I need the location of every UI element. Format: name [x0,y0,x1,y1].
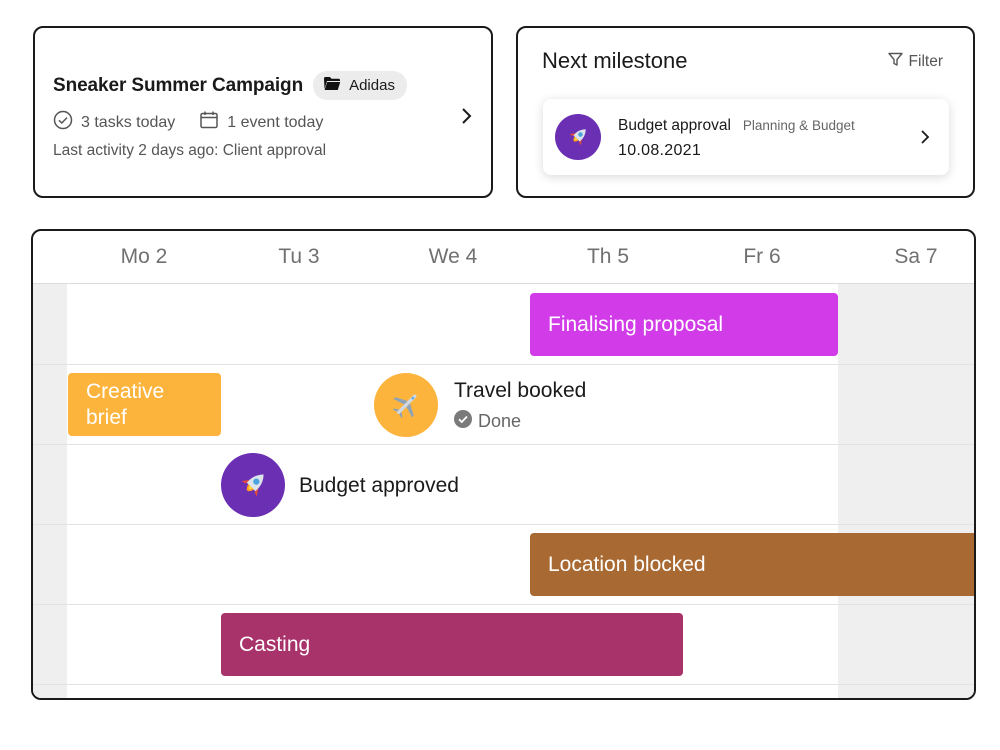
calendar-icon [199,110,219,135]
event-title-travel[interactable]: Travel booked [454,379,586,403]
project-title-row: Sneaker Summer Campaign Adidas [53,71,407,100]
task-bar-casting[interactable]: Casting [221,613,683,676]
task-bar-creative-brief[interactable]: Creative brief [68,373,221,436]
project-title: Sneaker Summer Campaign [53,74,304,96]
task-bar-finalising-proposal[interactable]: Finalising proposal [530,293,838,356]
weekend-column [838,284,974,698]
row-divider [33,444,974,445]
filter-button[interactable]: Filter [887,52,943,72]
task-bar-label: Creative brief [86,380,165,429]
project-meta: 3 tasks today 1 event today [53,110,323,135]
folder-icon [323,76,341,95]
events-today: 1 event today [199,110,323,135]
row-divider [33,604,974,605]
client-chip[interactable]: Adidas [313,71,407,100]
milestone-card: Next milestone Filter Budget approval Pl… [516,26,975,198]
day-label-tu: Tu 3 [278,245,320,268]
row-divider [33,364,974,365]
chevron-right-icon[interactable] [913,125,937,149]
timeline-grid: Finalising proposal Creative brief Locat… [33,284,974,698]
task-bar-label: Finalising proposal [548,312,724,336]
rocket-icon[interactable] [221,453,285,517]
airplane-icon[interactable] [374,373,438,437]
tasks-today: 3 tasks today [53,110,175,135]
tasks-today-label: 3 tasks today [81,113,176,131]
check-circle-icon [454,410,472,433]
milestone-name-row: Budget approval Planning & Budget [618,117,855,135]
chevron-right-icon[interactable] [455,104,479,128]
check-circle-icon [53,110,73,135]
day-label-we: We 4 [428,245,478,268]
timeline-calendar: Mo 2 Tu 3 We 4 Th 5 Fr 6 Sa 7 Finalising… [31,229,976,700]
rocket-icon [555,114,601,160]
milestone-item[interactable]: Budget approval Planning & Budget 10.08.… [543,99,949,175]
event-title-budget[interactable]: Budget approved [299,474,459,498]
row-divider [33,684,974,685]
last-activity: Last activity 2 days ago: Client approva… [53,142,327,159]
weekend-column [33,284,67,698]
day-label-mo: Mo 2 [120,245,168,268]
filter-label: Filter [908,53,943,70]
event-status-label: Done [478,411,522,431]
day-label-fr: Fr 6 [743,245,781,268]
events-today-label: 1 event today [227,113,324,131]
filter-icon [887,52,903,72]
milestone-date: 10.08.2021 [618,142,702,159]
event-status-done: Done [454,410,521,433]
timeline-header: Mo 2 Tu 3 We 4 Th 5 Fr 6 Sa 7 [33,231,974,284]
milestone-category: Planning & Budget [742,118,855,133]
row-divider [33,524,974,525]
project-card[interactable]: Sneaker Summer Campaign Adidas 3 tasks t… [33,26,493,198]
task-bar-location-blocked[interactable]: Location blocked [530,533,974,596]
client-name: Adidas [349,77,395,94]
day-label-th: Th 5 [586,245,630,268]
task-bar-label: Casting [239,632,311,656]
day-label-sa: Sa 7 [894,245,938,268]
task-bar-label: Location blocked [548,552,706,576]
milestone-name: Budget approval [618,117,731,134]
milestone-heading: Next milestone [542,48,688,73]
